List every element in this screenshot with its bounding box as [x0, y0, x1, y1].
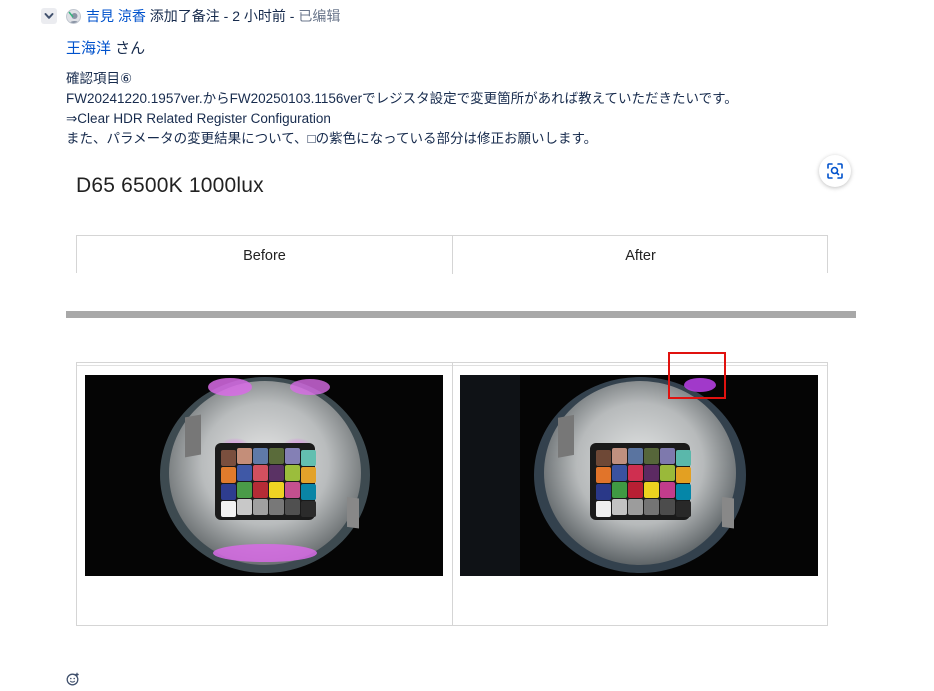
- column-divider: [452, 363, 453, 625]
- emoji-add-icon: [66, 672, 79, 686]
- zoom-scan-icon: [827, 163, 843, 179]
- zoom-image-button[interactable]: [819, 155, 851, 187]
- checker-patch: [596, 467, 611, 483]
- checker-patch: [285, 482, 300, 498]
- chevron-down-icon: [44, 13, 54, 19]
- checker-patch: [628, 482, 643, 498]
- comment-line: 確認項目⑥: [66, 71, 133, 86]
- before-camera-image: [85, 375, 443, 576]
- checker-patch: [596, 484, 611, 500]
- checker-patch: [644, 448, 659, 464]
- checker-patch: [301, 484, 316, 500]
- separator: -: [285, 8, 299, 24]
- checker-patch: [660, 448, 675, 464]
- checker-patch: [221, 501, 236, 517]
- separator: -: [219, 8, 233, 24]
- checker-patch: [237, 482, 252, 498]
- checker-patch: [301, 501, 316, 517]
- checker-patch: [612, 448, 627, 464]
- checker-patch: [660, 482, 675, 498]
- checker-patch: [676, 450, 691, 466]
- checker-patch: [237, 448, 252, 464]
- highlight-box: [668, 352, 726, 399]
- checker-patch: [285, 465, 300, 481]
- mention-user-link[interactable]: 王海洋: [66, 40, 111, 57]
- checker-patch: [237, 499, 252, 515]
- comment-action: 添加了备注: [149, 8, 220, 24]
- checker-patch: [676, 484, 691, 500]
- checker-patch: [660, 465, 675, 481]
- before-column-header: Before: [243, 248, 286, 264]
- author-link[interactable]: 吉見 涼香: [86, 8, 146, 24]
- checker-patch: [676, 467, 691, 483]
- checker-patch: [628, 499, 643, 515]
- compare-table-header: Before After: [76, 235, 828, 274]
- checker-patch: [628, 448, 643, 464]
- edited-label[interactable]: 已编辑: [298, 8, 340, 24]
- checker-patch: [221, 450, 236, 466]
- checker-patch: [269, 465, 284, 481]
- checker-patch: [253, 499, 268, 515]
- after-column-header: After: [625, 248, 656, 264]
- checker-patch: [612, 499, 627, 515]
- mention-line: 王海洋 さん: [66, 39, 145, 59]
- checker-patch: [596, 501, 611, 517]
- avatar-icon: [68, 11, 80, 23]
- comment-time[interactable]: 2 小时前: [232, 8, 286, 24]
- checker-patch: [644, 482, 659, 498]
- comment-line: ⇒Clear HDR Related Register Configuratio…: [66, 111, 331, 126]
- comment-line: FW20241220.1957ver.からFW20250103.1156verで…: [66, 91, 738, 106]
- add-reaction-button[interactable]: [66, 672, 80, 686]
- checker-patch: [221, 484, 236, 500]
- comment-line: また、パラメータの変更結果について、□の紫色になっている部分は修正お願いします。: [66, 131, 598, 146]
- checker-patch: [612, 482, 627, 498]
- checker-patch: [628, 465, 643, 481]
- checker-patch: [676, 501, 691, 517]
- checker-patch: [301, 450, 316, 466]
- comment-header: 吉見 涼香 添加了备注 - 2 小时前 - 已编辑: [86, 6, 340, 26]
- collapse-toggle-button[interactable]: [41, 8, 57, 24]
- comment-body: 確認項目⑥ FW20241220.1957ver.からFW20250103.11…: [66, 69, 738, 149]
- checker-patch: [269, 482, 284, 498]
- image-slice-divider: [66, 311, 856, 318]
- checker-patch: [221, 467, 236, 483]
- checker-patch: [253, 465, 268, 481]
- avatar[interactable]: [66, 9, 81, 24]
- compare-table-body: [76, 362, 828, 626]
- checker-patch: [660, 499, 675, 515]
- checker-patch: [612, 465, 627, 481]
- checker-patch: [285, 448, 300, 464]
- checker-patch: [285, 499, 300, 515]
- image-title: D65 6500K 1000lux: [76, 174, 264, 197]
- checker-patch: [253, 482, 268, 498]
- after-camera-image: [460, 375, 818, 576]
- checker-patch: [644, 465, 659, 481]
- checker-patch: [644, 499, 659, 515]
- checker-patch: [269, 448, 284, 464]
- checker-patch: [253, 448, 268, 464]
- checker-patch: [596, 450, 611, 466]
- checker-patch: [237, 465, 252, 481]
- checker-patch: [301, 467, 316, 483]
- checker-patch: [269, 499, 284, 515]
- mention-suffix: さん: [111, 40, 146, 57]
